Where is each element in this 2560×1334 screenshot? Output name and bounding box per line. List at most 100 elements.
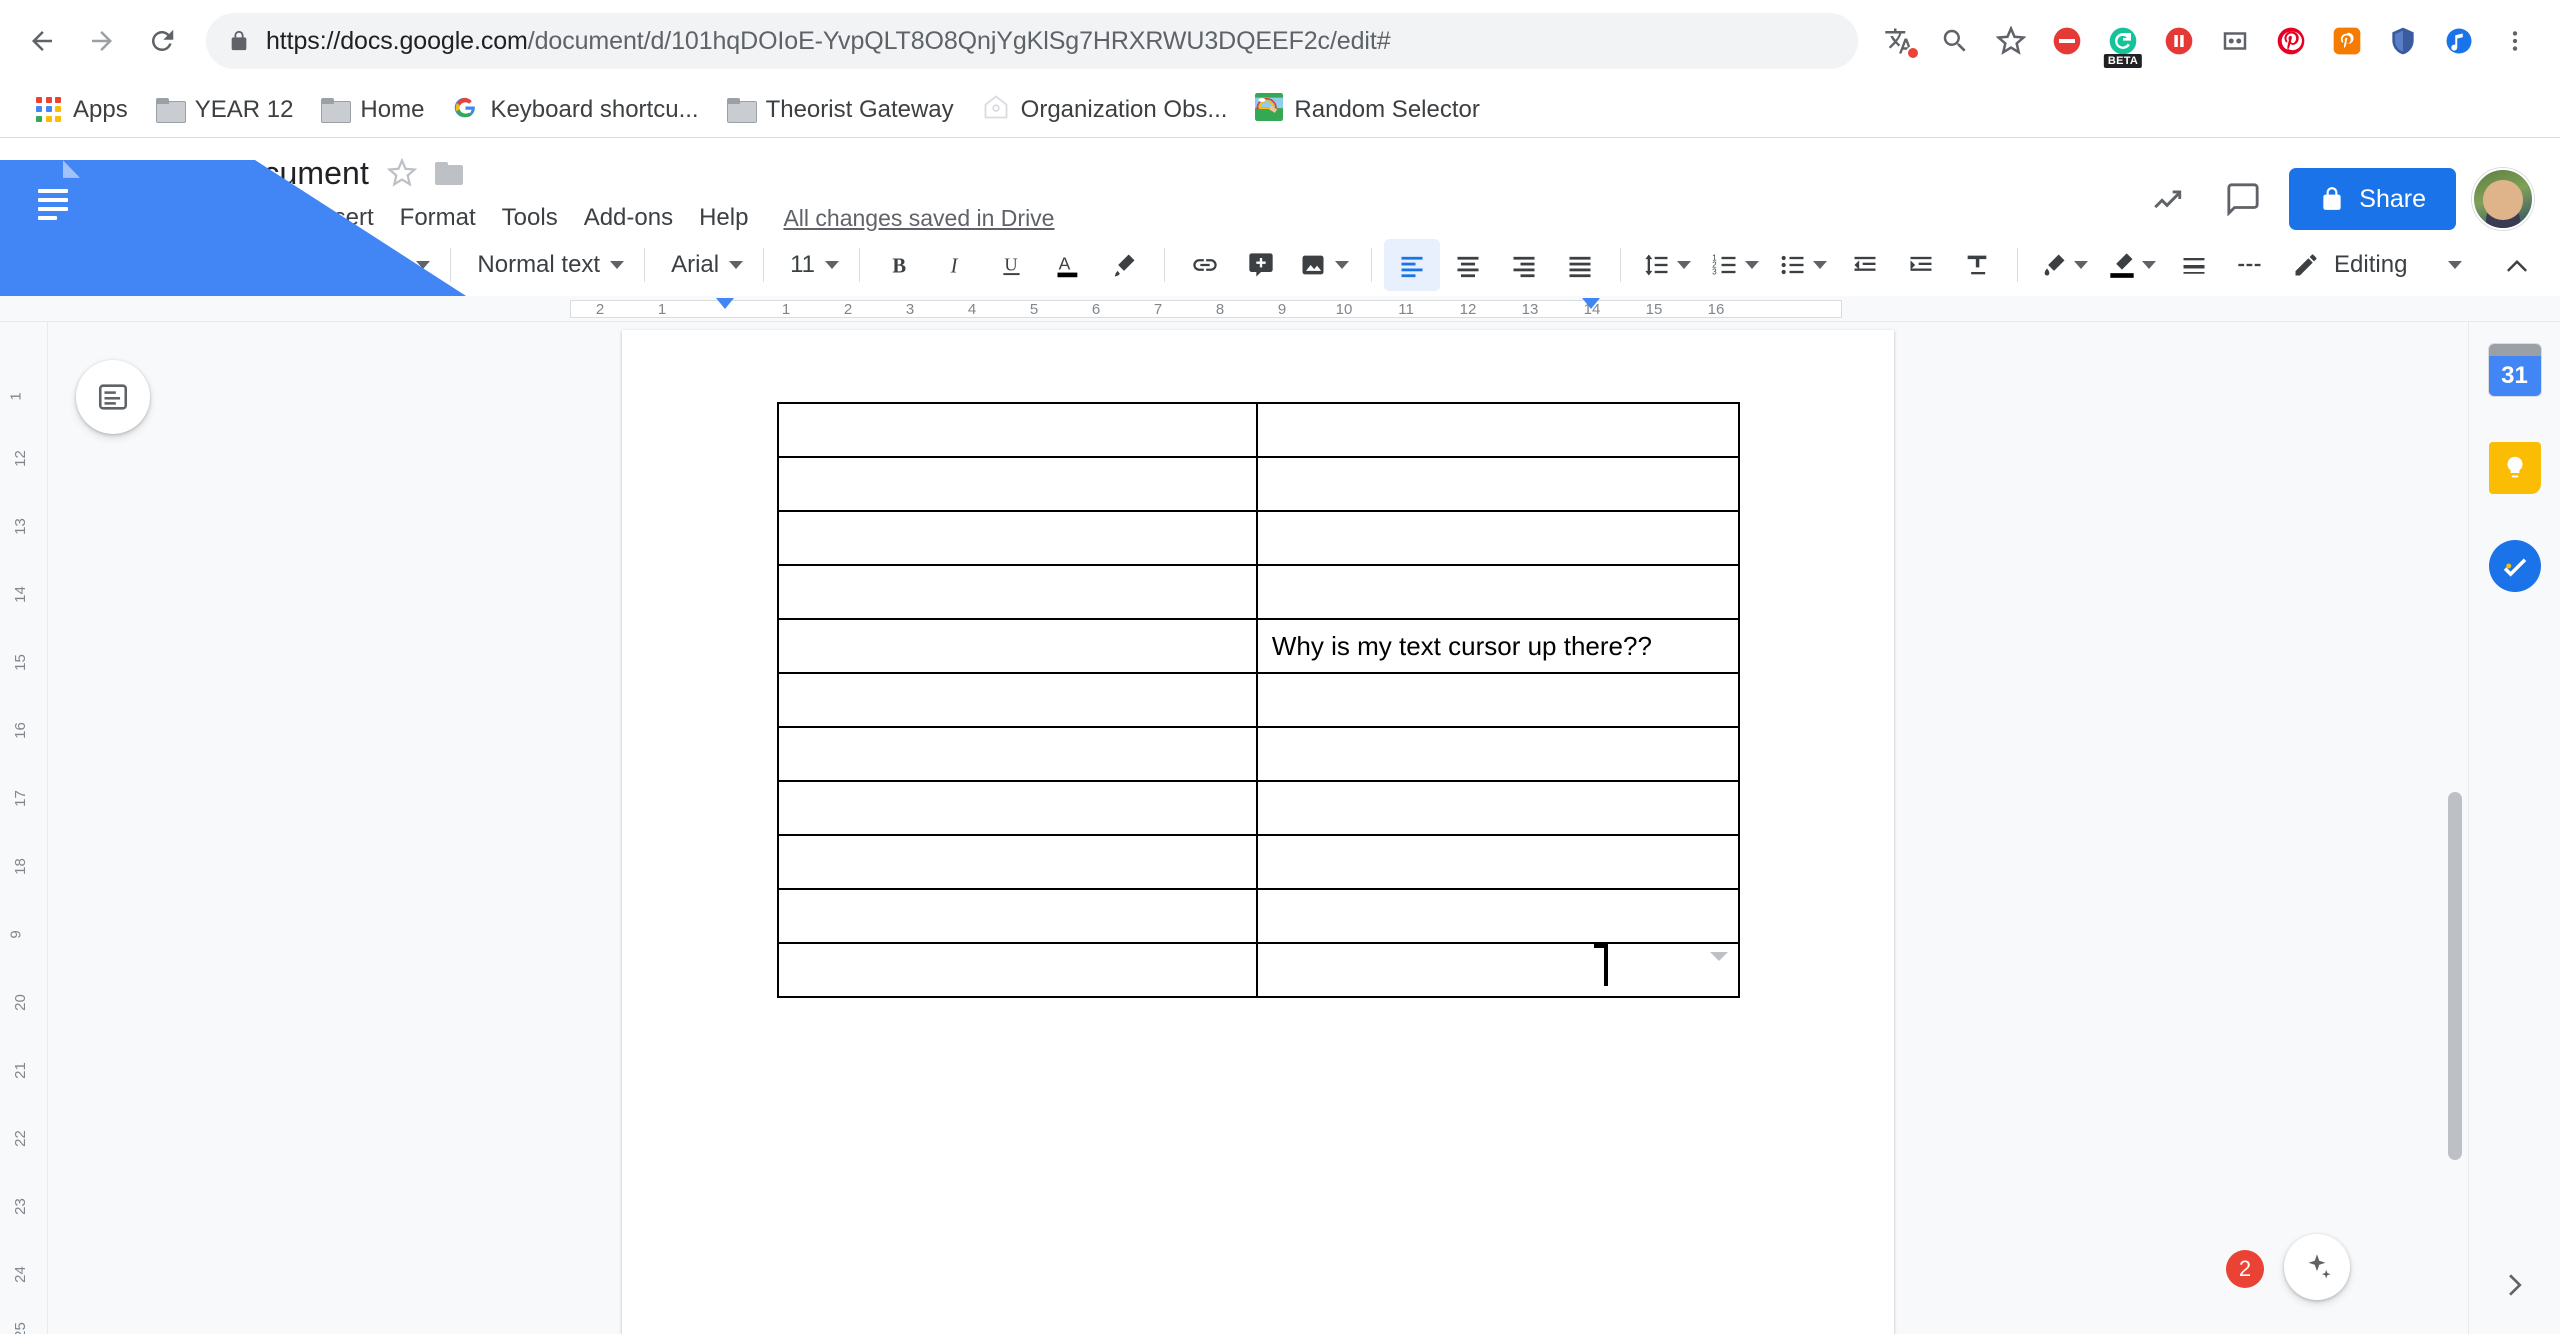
pinterest-icon[interactable] bbox=[2264, 14, 2318, 68]
align-right-button[interactable] bbox=[1496, 239, 1552, 291]
bookmark-random-selector[interactable]: Random Selector bbox=[1241, 88, 1493, 132]
table-cell[interactable] bbox=[777, 888, 1258, 944]
table-cell[interactable] bbox=[777, 564, 1258, 620]
clear-formatting-button[interactable] bbox=[1949, 239, 2005, 291]
music-icon[interactable] bbox=[2432, 14, 2486, 68]
document-canvas[interactable]: Why is my text cursor up there?? 2 bbox=[48, 322, 2468, 1334]
table-row[interactable] bbox=[777, 672, 1741, 728]
table-row[interactable] bbox=[777, 402, 1741, 458]
table-row[interactable] bbox=[777, 834, 1741, 890]
align-center-button[interactable] bbox=[1440, 239, 1496, 291]
line-spacing-button[interactable] bbox=[1633, 239, 1701, 291]
table-cell[interactable] bbox=[777, 402, 1258, 458]
decrease-indent-button[interactable] bbox=[1837, 239, 1893, 291]
google-calendar-icon[interactable]: 31 bbox=[2488, 344, 2541, 396]
table-cell[interactable] bbox=[777, 672, 1258, 728]
numbered-list-button[interactable]: 123 bbox=[1701, 239, 1769, 291]
table-cell[interactable] bbox=[1255, 942, 1741, 998]
table-resize-handle-icon[interactable] bbox=[1710, 952, 1728, 961]
table-cell[interactable] bbox=[777, 780, 1258, 836]
search-icon[interactable] bbox=[1928, 14, 1982, 68]
table-cell[interactable] bbox=[1255, 780, 1741, 836]
table-row[interactable] bbox=[777, 564, 1741, 620]
translate-icon[interactable] bbox=[1872, 14, 1926, 68]
bold-button[interactable]: B bbox=[872, 239, 928, 291]
vertical-ruler[interactable]: 1 12 13 14 15 16 17 18 9 20 21 22 23 24 … bbox=[0, 322, 48, 1334]
table-row[interactable] bbox=[777, 780, 1741, 836]
save-status[interactable]: All changes saved in Drive bbox=[783, 205, 1054, 232]
bookmark-star-icon[interactable] bbox=[1984, 14, 2038, 68]
document-page[interactable]: Why is my text cursor up there?? bbox=[622, 330, 1894, 1334]
table-cell[interactable] bbox=[1255, 888, 1741, 944]
back-button[interactable] bbox=[14, 13, 70, 69]
table-row[interactable] bbox=[777, 888, 1741, 944]
font-size-select[interactable]: 11 bbox=[776, 240, 847, 290]
pause-icon[interactable] bbox=[2152, 14, 2206, 68]
border-color-button[interactable] bbox=[2098, 239, 2166, 291]
underline-button[interactable]: U bbox=[984, 239, 1040, 291]
italic-button[interactable]: I bbox=[928, 239, 984, 291]
address-bar[interactable]: https://docs.google.com/document/d/101hq… bbox=[206, 13, 1858, 69]
activity-dashboard-button[interactable] bbox=[2137, 169, 2197, 229]
chrome-menu-icon[interactable] bbox=[2488, 14, 2542, 68]
table-row[interactable] bbox=[777, 726, 1741, 782]
table-row[interactable] bbox=[777, 510, 1741, 566]
clipboard-icon[interactable] bbox=[2320, 14, 2374, 68]
paragraph-style-select[interactable]: Normal text bbox=[463, 240, 632, 290]
table-cell[interactable] bbox=[1255, 672, 1741, 728]
insert-link-button[interactable] bbox=[1177, 239, 1233, 291]
collapse-toolbar-button[interactable] bbox=[2489, 239, 2545, 291]
horizontal-ruler[interactable]: 2 1 1 2 3 4 5 6 7 8 9 10 11 12 13 14 15 … bbox=[0, 296, 2560, 322]
table-cell[interactable] bbox=[1255, 402, 1741, 458]
bookmark-apps[interactable]: Apps bbox=[22, 88, 142, 132]
google-docs-icon[interactable] bbox=[0, 160, 662, 1168]
table-cell[interactable] bbox=[777, 942, 1258, 998]
bookmark-home[interactable]: Home bbox=[307, 88, 438, 132]
border-dash-button[interactable] bbox=[2222, 239, 2278, 291]
table-cell[interactable] bbox=[777, 834, 1258, 890]
left-indent-marker[interactable] bbox=[716, 298, 734, 309]
shield-icon[interactable] bbox=[2376, 14, 2430, 68]
table-cell[interactable] bbox=[1255, 456, 1741, 512]
notification-badge[interactable]: 2 bbox=[2226, 1250, 2264, 1288]
tab-manager-icon[interactable] bbox=[2208, 14, 2262, 68]
reload-button[interactable] bbox=[134, 13, 190, 69]
increase-indent-button[interactable] bbox=[1893, 239, 1949, 291]
bookmark-theorist-gateway[interactable]: Theorist Gateway bbox=[713, 88, 968, 132]
cell-background-color-button[interactable] bbox=[2030, 239, 2098, 291]
explore-button[interactable] bbox=[2284, 1234, 2350, 1300]
comments-button[interactable] bbox=[2213, 169, 2273, 229]
menu-add-ons[interactable]: Add-ons bbox=[571, 198, 686, 238]
table-cell-with-text[interactable]: Why is my text cursor up there?? bbox=[1255, 618, 1741, 674]
table-cell[interactable] bbox=[777, 510, 1258, 566]
border-width-button[interactable] bbox=[2166, 239, 2222, 291]
google-tasks-icon[interactable] bbox=[2488, 540, 2541, 592]
forward-button[interactable] bbox=[74, 13, 130, 69]
text-color-button[interactable]: A bbox=[1040, 239, 1096, 291]
document-table[interactable]: Why is my text cursor up there?? bbox=[777, 402, 1741, 998]
table-cell[interactable] bbox=[777, 618, 1258, 674]
table-cell[interactable] bbox=[1255, 834, 1741, 890]
align-left-button[interactable] bbox=[1384, 239, 1441, 291]
star-outline-icon[interactable] bbox=[386, 157, 418, 188]
avatar[interactable] bbox=[2472, 168, 2534, 230]
table-cell[interactable] bbox=[1255, 510, 1741, 566]
align-justify-button[interactable] bbox=[1552, 239, 1608, 291]
show-document-outline-button[interactable] bbox=[76, 360, 150, 434]
table-cell[interactable] bbox=[1255, 726, 1741, 782]
table-row[interactable] bbox=[777, 456, 1741, 512]
table-row[interactable] bbox=[777, 942, 1741, 998]
google-keep-icon[interactable] bbox=[2488, 442, 2541, 494]
font-select[interactable]: Arial bbox=[657, 240, 751, 290]
mode-dropdown-button[interactable] bbox=[2427, 239, 2483, 291]
vertical-scrollbar[interactable] bbox=[2448, 792, 2462, 1160]
expand-side-panel-button[interactable] bbox=[2499, 1269, 2531, 1306]
adblock-icon[interactable] bbox=[2040, 14, 2094, 68]
table-cell[interactable] bbox=[777, 726, 1258, 782]
bulleted-list-button[interactable] bbox=[1769, 239, 1837, 291]
right-indent-marker[interactable] bbox=[1582, 298, 1600, 309]
table-cell[interactable] bbox=[1255, 564, 1741, 620]
bookmark-organization-obs[interactable]: Organization Obs... bbox=[968, 88, 1242, 132]
highlight-color-button[interactable] bbox=[1096, 239, 1152, 291]
menu-format[interactable]: Format bbox=[387, 198, 489, 238]
